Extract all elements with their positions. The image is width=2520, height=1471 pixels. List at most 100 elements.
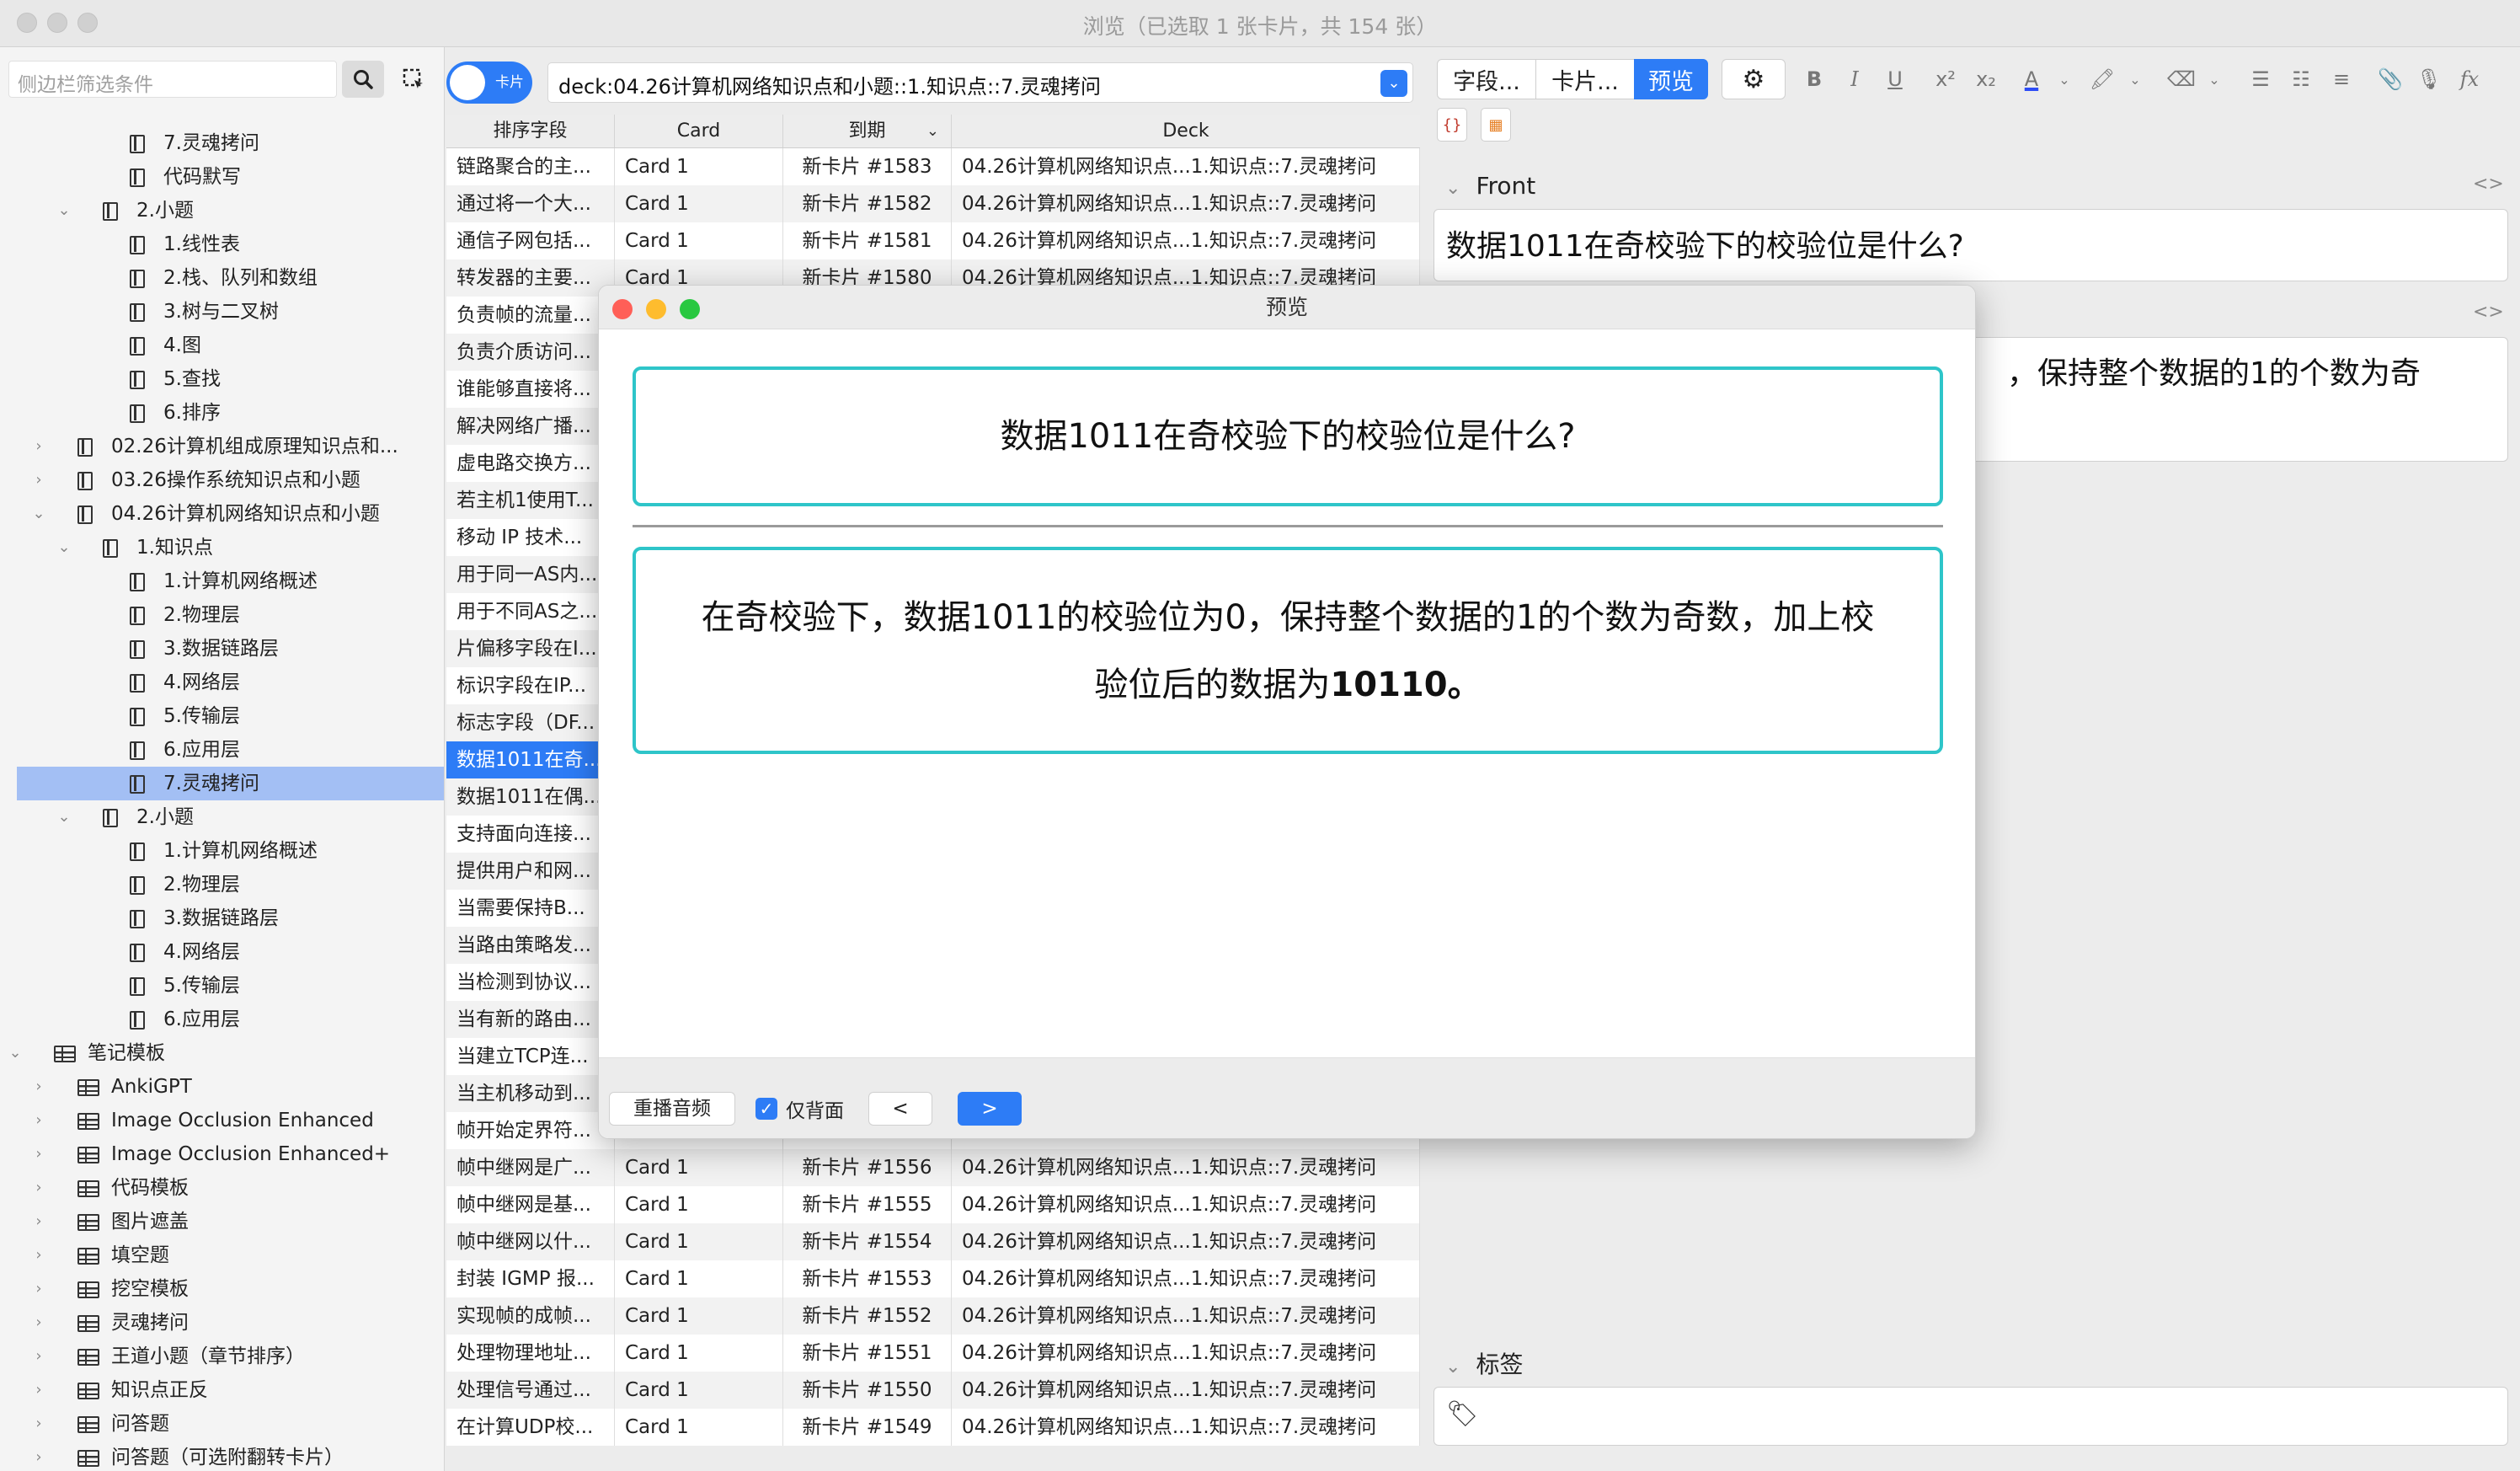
- sidebar-item[interactable]: 6.应用层: [0, 1003, 444, 1036]
- sidebar-item[interactable]: › 图片遮盖: [0, 1205, 444, 1238]
- chevron-right-icon[interactable]: ›: [30, 1340, 47, 1373]
- sidebar-item[interactable]: ⌄ 1.知识点: [0, 531, 444, 564]
- chevron-right-icon[interactable]: ›: [30, 1306, 47, 1340]
- chevron-down-icon[interactable]: ⌄: [56, 194, 72, 227]
- column-header-deck[interactable]: Deck: [952, 115, 1420, 147]
- chevron-right-icon[interactable]: ›: [30, 1137, 47, 1171]
- sidebar-item[interactable]: › 02.26计算机组成原理知识点和...: [0, 430, 444, 463]
- subscript-button[interactable]: x₂: [1969, 59, 2003, 99]
- sidebar-item[interactable]: 5.传输层: [0, 969, 444, 1003]
- sidebar-item[interactable]: ⌄ 2.小题: [0, 194, 444, 227]
- text-color-button[interactable]: A: [2015, 59, 2048, 99]
- sidebar-item[interactable]: › 03.26操作系统知识点和小题: [0, 463, 444, 497]
- underline-button[interactable]: U: [1878, 59, 1912, 99]
- table-row[interactable]: 通信子网包括... Card 1 新卡片 #1581 04.26计算机网络知识点...…: [446, 222, 1420, 259]
- preview-zoom-button[interactable]: [680, 299, 700, 319]
- sidebar-item[interactable]: 7.灵魂拷问: [17, 767, 444, 800]
- preview-close-button[interactable]: [612, 299, 633, 319]
- replay-audio-button[interactable]: 重播音频: [609, 1092, 735, 1126]
- cards-button[interactable]: 卡片...: [1535, 59, 1635, 99]
- sidebar-item[interactable]: ⌄ 笔记模板: [0, 1036, 444, 1070]
- front-html-toggle[interactable]: <>: [2473, 174, 2504, 195]
- chevron-right-icon[interactable]: ›: [30, 1238, 47, 1272]
- chevron-right-icon[interactable]: ›: [30, 1407, 47, 1441]
- sidebar-item[interactable]: 3.数据链路层: [0, 632, 444, 666]
- sidebar-item[interactable]: › Image Occlusion Enhanced: [0, 1104, 444, 1137]
- sidebar-item[interactable]: 1.计算机网络概述: [0, 564, 444, 598]
- highlight-button[interactable]: 🖍: [2085, 59, 2119, 99]
- formula-button[interactable]: fx: [2453, 59, 2486, 99]
- chevron-down-icon[interactable]: ⌄: [56, 531, 72, 564]
- column-header-sort-field[interactable]: 排序字段: [446, 115, 615, 147]
- html-editor-button[interactable]: {}: [1437, 108, 1467, 142]
- preview-button[interactable]: 预览: [1634, 59, 1708, 99]
- eraser-dropdown[interactable]: ⌄: [2203, 59, 2225, 99]
- highlight-dropdown[interactable]: ⌄: [2124, 59, 2146, 99]
- table-row[interactable]: 链路聚合的主... Card 1 新卡片 #1583 04.26计算机网络知识点...…: [446, 148, 1420, 185]
- sidebar-item[interactable]: 5.查找: [0, 362, 444, 396]
- sidebar-item[interactable]: › 灵魂拷问: [0, 1306, 444, 1340]
- sidebar-item[interactable]: 2.栈、队列和数组: [0, 261, 444, 295]
- numbered-list-button[interactable]: ☷: [2284, 59, 2318, 99]
- image-occlusion-button[interactable]: ▦: [1481, 108, 1511, 142]
- sidebar-item[interactable]: 4.网络层: [0, 666, 444, 699]
- sidebar-search-button[interactable]: [342, 61, 384, 98]
- search-history-dropdown[interactable]: ⌄: [1380, 70, 1407, 97]
- browser-search-input[interactable]: deck:04.26计算机网络知识点和小题::1.知识点::7.灵魂拷问 ⌄: [547, 62, 1413, 103]
- sidebar-item[interactable]: › 挖空模板: [0, 1272, 444, 1306]
- cards-notes-toggle[interactable]: 卡片: [446, 62, 532, 104]
- italic-button[interactable]: I: [1838, 59, 1871, 99]
- sidebar-item[interactable]: 3.树与二叉树: [0, 295, 444, 329]
- chevron-down-icon[interactable]: ⌄: [7, 1036, 24, 1070]
- sidebar-item[interactable]: › AnkiGPT: [0, 1070, 444, 1104]
- table-row[interactable]: 封装 IGMP 报... Card 1 新卡片 #1553 04.26计算机网络知识点…: [446, 1260, 1420, 1297]
- sidebar-item[interactable]: › 问答题（可选附翻转卡片）: [0, 1441, 444, 1471]
- table-row[interactable]: 在计算UDP校... Card 1 新卡片 #1549 04.26计算机网络知识点..…: [446, 1409, 1420, 1446]
- bold-button[interactable]: B: [1797, 59, 1831, 99]
- front-field-editor[interactable]: 数据1011在奇校验下的校验位是什么?: [1434, 209, 2508, 281]
- front-field-toggle[interactable]: ⌄ Front: [1445, 172, 1535, 200]
- sidebar-item[interactable]: ⌄ 2.小题: [0, 800, 444, 834]
- sidebar-item[interactable]: › 知识点正反: [0, 1373, 444, 1407]
- sidebar-item[interactable]: › Image Occlusion Enhanced+: [0, 1137, 444, 1171]
- eraser-button[interactable]: ⌫: [2165, 59, 2198, 99]
- sidebar-item[interactable]: 5.传输层: [0, 699, 444, 733]
- column-header-card[interactable]: Card: [615, 115, 783, 147]
- sidebar-item[interactable]: 1.线性表: [0, 227, 444, 261]
- next-card-button[interactable]: >: [958, 1092, 1022, 1126]
- preview-minimize-button[interactable]: [646, 299, 666, 319]
- sidebar-item[interactable]: 4.图: [0, 329, 444, 362]
- chevron-right-icon[interactable]: ›: [30, 1171, 47, 1205]
- chevron-right-icon[interactable]: ›: [30, 1205, 47, 1238]
- chevron-right-icon[interactable]: ›: [30, 1441, 47, 1471]
- sidebar-item[interactable]: 2.物理层: [0, 868, 444, 901]
- sidebar-item[interactable]: 2.物理层: [0, 598, 444, 632]
- previous-card-button[interactable]: <: [868, 1092, 932, 1126]
- chevron-right-icon[interactable]: ›: [30, 1373, 47, 1407]
- table-row[interactable]: 处理信号通过... Card 1 新卡片 #1550 04.26计算机网络知识点...…: [446, 1372, 1420, 1409]
- column-header-due[interactable]: 到期 ⌄: [783, 115, 952, 147]
- sidebar-item[interactable]: 6.排序: [0, 396, 444, 430]
- tags-input[interactable]: 🏷: [1434, 1387, 2508, 1446]
- chevron-right-icon[interactable]: ›: [30, 430, 47, 463]
- tags-toggle[interactable]: ⌄ 标签: [1445, 1346, 1523, 1380]
- sidebar-item[interactable]: 6.应用层: [0, 733, 444, 767]
- chevron-right-icon[interactable]: ›: [30, 463, 47, 497]
- chevron-down-icon[interactable]: ⌄: [56, 800, 72, 834]
- sidebar-item[interactable]: ⌄ 04.26计算机网络知识点和小题: [0, 497, 444, 531]
- fields-button[interactable]: 字段...: [1437, 59, 1536, 99]
- sidebar-filter-input[interactable]: 侧边栏筛选条件: [8, 61, 337, 98]
- sidebar-item[interactable]: 3.数据链路层: [0, 901, 444, 935]
- chevron-right-icon[interactable]: ›: [30, 1272, 47, 1306]
- table-row[interactable]: 通过将一个大... Card 1 新卡片 #1582 04.26计算机网络知识点...…: [446, 185, 1420, 222]
- record-button[interactable]: 🎙: [2412, 59, 2446, 99]
- sidebar-item[interactable]: 1.计算机网络概述: [0, 834, 444, 868]
- sidebar-item[interactable]: 4.网络层: [0, 935, 444, 969]
- bullet-list-button[interactable]: ☰: [2244, 59, 2277, 99]
- table-row[interactable]: 帧中继网是基... Card 1 新卡片 #1555 04.26计算机网络知识点...…: [446, 1186, 1420, 1223]
- superscript-button[interactable]: x²: [1929, 59, 1962, 99]
- chevron-right-icon[interactable]: ›: [30, 1104, 47, 1137]
- sidebar-item[interactable]: › 代码模板: [0, 1171, 444, 1205]
- text-color-dropdown[interactable]: ⌄: [2053, 59, 2075, 99]
- table-row[interactable]: 帧中继网是广... Card 1 新卡片 #1556 04.26计算机网络知识点...…: [446, 1149, 1420, 1186]
